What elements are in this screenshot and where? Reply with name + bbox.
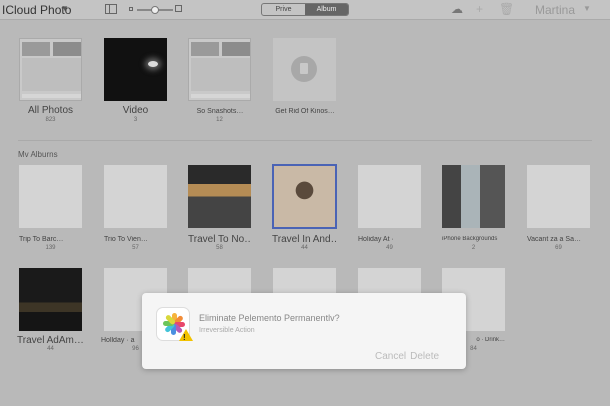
album-count: 69 <box>555 245 562 251</box>
album-title: Trio To Vien… <box>104 236 148 243</box>
album-title: All Photos <box>27 105 74 116</box>
view-segmented-control: Prive Album <box>261 3 349 16</box>
album-title: Travel To No… <box>188 234 251 245</box>
zoom-out-icon <box>129 7 133 11</box>
user-name[interactable]: Martina <box>535 3 575 17</box>
tab-prive[interactable]: Prive <box>262 4 305 15</box>
album-count: 139 <box>45 245 56 251</box>
warning-icon <box>179 329 193 341</box>
tab-album[interactable]: Album <box>305 4 348 15</box>
album-title: Holiday At · <box>358 236 394 243</box>
album-title: Get Rid Of Kinos… <box>275 108 335 115</box>
toolbar: ICloud Photo ▼ Prive Album ☁ + 🗑 Martina… <box>0 0 610 20</box>
dialog-title: Eliminate Pelemento Permanentlv? <box>199 313 340 323</box>
sidebar-icon[interactable] <box>105 4 117 14</box>
dialog-buttons: Cancel Delete <box>375 351 443 362</box>
album-thumbnail[interactable] <box>273 38 336 101</box>
chevron-down-icon[interactable]: ▼ <box>61 4 69 13</box>
album-thumbnail[interactable] <box>19 38 82 101</box>
album-thumbnail[interactable] <box>19 165 82 228</box>
add-icon[interactable]: + <box>476 2 483 16</box>
album-title: Travel AdAm… <box>17 335 84 346</box>
zoom-slider-knob[interactable] <box>151 6 159 14</box>
trash-icon[interactable]: 🗑 <box>499 2 514 16</box>
album-title: So Snashots… <box>196 108 244 115</box>
album-title: Vacant za a Sa… <box>527 236 581 243</box>
album-title: Trip To Barc… <box>19 236 64 243</box>
album-thumbnail[interactable] <box>104 38 167 101</box>
trash-icon <box>291 56 317 82</box>
album-thumbnail[interactable] <box>358 165 421 228</box>
delete-confirmation-dialog: ! Eliminate Pelemento Permanentlv? Irrev… <box>142 293 466 369</box>
album-title: Video <box>122 105 149 116</box>
divider <box>18 140 592 141</box>
album-thumbnail[interactable] <box>188 38 251 101</box>
zoom-in-icon <box>175 5 182 12</box>
album-thumbnail[interactable] <box>272 164 337 229</box>
album-thumbnail[interactable] <box>104 165 167 228</box>
album-title: Travel In And… <box>272 234 337 245</box>
photos-app-icon: ! <box>156 307 193 342</box>
section-label: Mv Alburns <box>18 150 58 159</box>
delete-button[interactable]: Delete <box>410 351 439 362</box>
album-count: 44 <box>301 245 308 251</box>
album-count: 3 <box>133 117 138 123</box>
album-thumbnail[interactable] <box>188 165 251 228</box>
album-count: 49 <box>386 245 393 251</box>
zoom-slider[interactable] <box>137 6 173 14</box>
album-count: 44 <box>47 346 54 352</box>
album-count: 823 <box>45 117 56 123</box>
album-thumbnail[interactable] <box>442 165 505 228</box>
album-count: 58 <box>216 245 223 251</box>
album-count: 2 <box>471 245 476 251</box>
album-thumbnail[interactable] <box>527 165 590 228</box>
upload-icon[interactable]: ☁ <box>451 2 463 16</box>
album-count: 57 <box>132 245 139 251</box>
album-title: iPhone Backgrounds <box>442 236 498 242</box>
album-thumbnail[interactable] <box>19 268 82 331</box>
cancel-button[interactable]: Cancel <box>375 351 406 362</box>
chevron-down-icon[interactable]: ▼ <box>583 4 591 13</box>
dialog-subtitle: Irreversible Action <box>199 327 255 334</box>
album-count: 12 <box>216 117 223 123</box>
